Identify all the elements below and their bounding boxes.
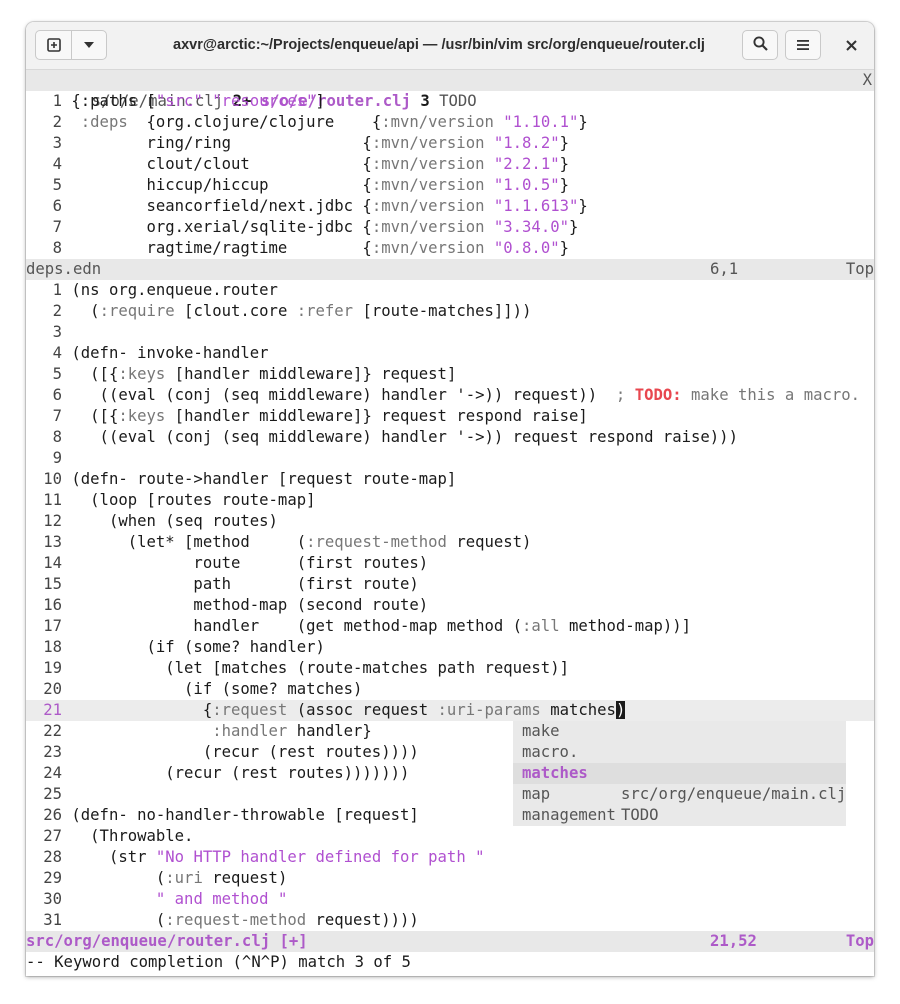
code-line: 29 (:uri request) xyxy=(43,869,288,887)
completion-popup: make macro. matches map src/org/enqueue/m… xyxy=(513,721,846,826)
code-line: 3 ring/ring {:mvn/version "1.8.2"} xyxy=(52,134,569,152)
code-line-current: 21 {:request (assoc request :uri-params … xyxy=(26,700,874,721)
new-tab-button-group xyxy=(35,30,107,60)
code-line: 17 handler (get method-map method (:all … xyxy=(43,617,692,635)
code-line: 19 (let [matches (route-matches path req… xyxy=(43,659,569,677)
new-tab-icon[interactable] xyxy=(36,31,73,59)
close-icon xyxy=(845,36,857,55)
code-line: 10 (defn- route->handler [request route-… xyxy=(43,470,457,488)
code-line: 1 (ns org.enqueue.router xyxy=(52,281,278,299)
code-line: 12 (when (seq routes) xyxy=(43,512,278,530)
window-title: axvr@arctic:~/Projects/enqueue/api — /us… xyxy=(173,37,705,53)
code-line: 5 ([{:keys [handler middleware]} request… xyxy=(52,365,457,383)
completion-item-selected[interactable]: matches xyxy=(513,763,846,784)
command-message: -- Keyword completion (^N^P) match 3 of … xyxy=(26,953,411,971)
code-line: 5 hiccup/hiccup {:mvn/version "1.0.5"} xyxy=(52,176,569,194)
code-line: 7 ([{:keys [handler middleware]} request… xyxy=(52,407,588,425)
code-line: 16 method-map (second route) xyxy=(43,596,429,614)
code-line: 4 (defn- invoke-handler xyxy=(52,344,269,362)
code-line: 4 clout/clout {:mvn/version "2.2.1"} xyxy=(52,155,569,173)
code-line: 20 (if (some? matches) xyxy=(43,680,363,698)
terminal-window: axvr@arctic:~/Projects/enqueue/api — /us… xyxy=(26,22,874,976)
code-line: 2 :deps {org.clojure/clojure {:mvn/versi… xyxy=(52,113,588,131)
close-button[interactable] xyxy=(834,30,868,60)
text-cursor: ) xyxy=(615,701,626,719)
code-line: 13 (let* [method (:request-method reques… xyxy=(43,533,532,551)
code-line: 3 xyxy=(52,323,62,341)
search-icon xyxy=(752,35,768,55)
code-line: 18 (if (some? handler) xyxy=(43,638,325,656)
search-button[interactable] xyxy=(742,30,778,60)
titlebar: axvr@arctic:~/Projects/enqueue/api — /us… xyxy=(26,22,874,70)
code-line: 28 (str "No HTTP handler defined for pat… xyxy=(43,848,485,866)
code-line: 8 ragtime/ragtime {:mvn/version "0.8.0"} xyxy=(52,239,569,257)
code-line: 1 {:paths ["src" "resources"] xyxy=(52,92,325,110)
completion-item[interactable]: make xyxy=(513,721,846,742)
hamburger-menu-icon xyxy=(796,36,810,55)
status-line-active: src/org/enqueue/router.clj [+] 21,52 Top xyxy=(26,931,874,952)
code-line: 2 (:require [clout.core :refer [route-ma… xyxy=(52,302,532,320)
vim-terminal[interactable]: s/o/e/main.clj 2+ s/o/e/router.clj 3 TOD… xyxy=(26,70,874,973)
completion-item[interactable]: map src/org/enqueue/main.clj xyxy=(513,784,846,805)
code-line: 8 ((eval (conj (seq middleware) handler … xyxy=(52,428,738,446)
code-line: 6 seancorfield/next.jdbc {:mvn/version "… xyxy=(52,197,588,215)
code-line: 11 (loop [routes route-map] xyxy=(43,491,316,509)
menu-button[interactable] xyxy=(785,30,821,60)
code-line: 15 path (first route) xyxy=(43,575,419,593)
code-line: 14 route (first routes) xyxy=(43,554,429,572)
code-line: 6 ((eval (conj (seq middleware) handler … xyxy=(52,386,861,404)
chevron-down-icon[interactable] xyxy=(72,31,106,59)
deps-edn-pane[interactable]: 1 {:paths ["src" "resources"] 2 :deps {o… xyxy=(26,91,874,259)
code-line: 7 org.xerial/sqlite-jdbc {:mvn/version "… xyxy=(52,218,579,236)
code-line: 9 xyxy=(52,449,62,467)
router-clj-pane[interactable]: 1 (ns org.enqueue.router 2 (:require [cl… xyxy=(26,280,874,931)
vim-tabline: s/o/e/main.clj 2+ s/o/e/router.clj 3 TOD… xyxy=(26,70,874,110)
tab-close-button[interactable]: X xyxy=(863,70,872,91)
code-line: 30 " and method " xyxy=(43,890,288,908)
completion-item[interactable]: macro. xyxy=(513,742,846,763)
code-line: 31 (:request-method request)))) xyxy=(43,911,419,929)
completion-item[interactable]: management TODO xyxy=(513,805,846,826)
code-line: 27 (Throwable. xyxy=(43,827,194,845)
status-line-inactive: deps.edn 6,1 Top xyxy=(26,259,874,280)
